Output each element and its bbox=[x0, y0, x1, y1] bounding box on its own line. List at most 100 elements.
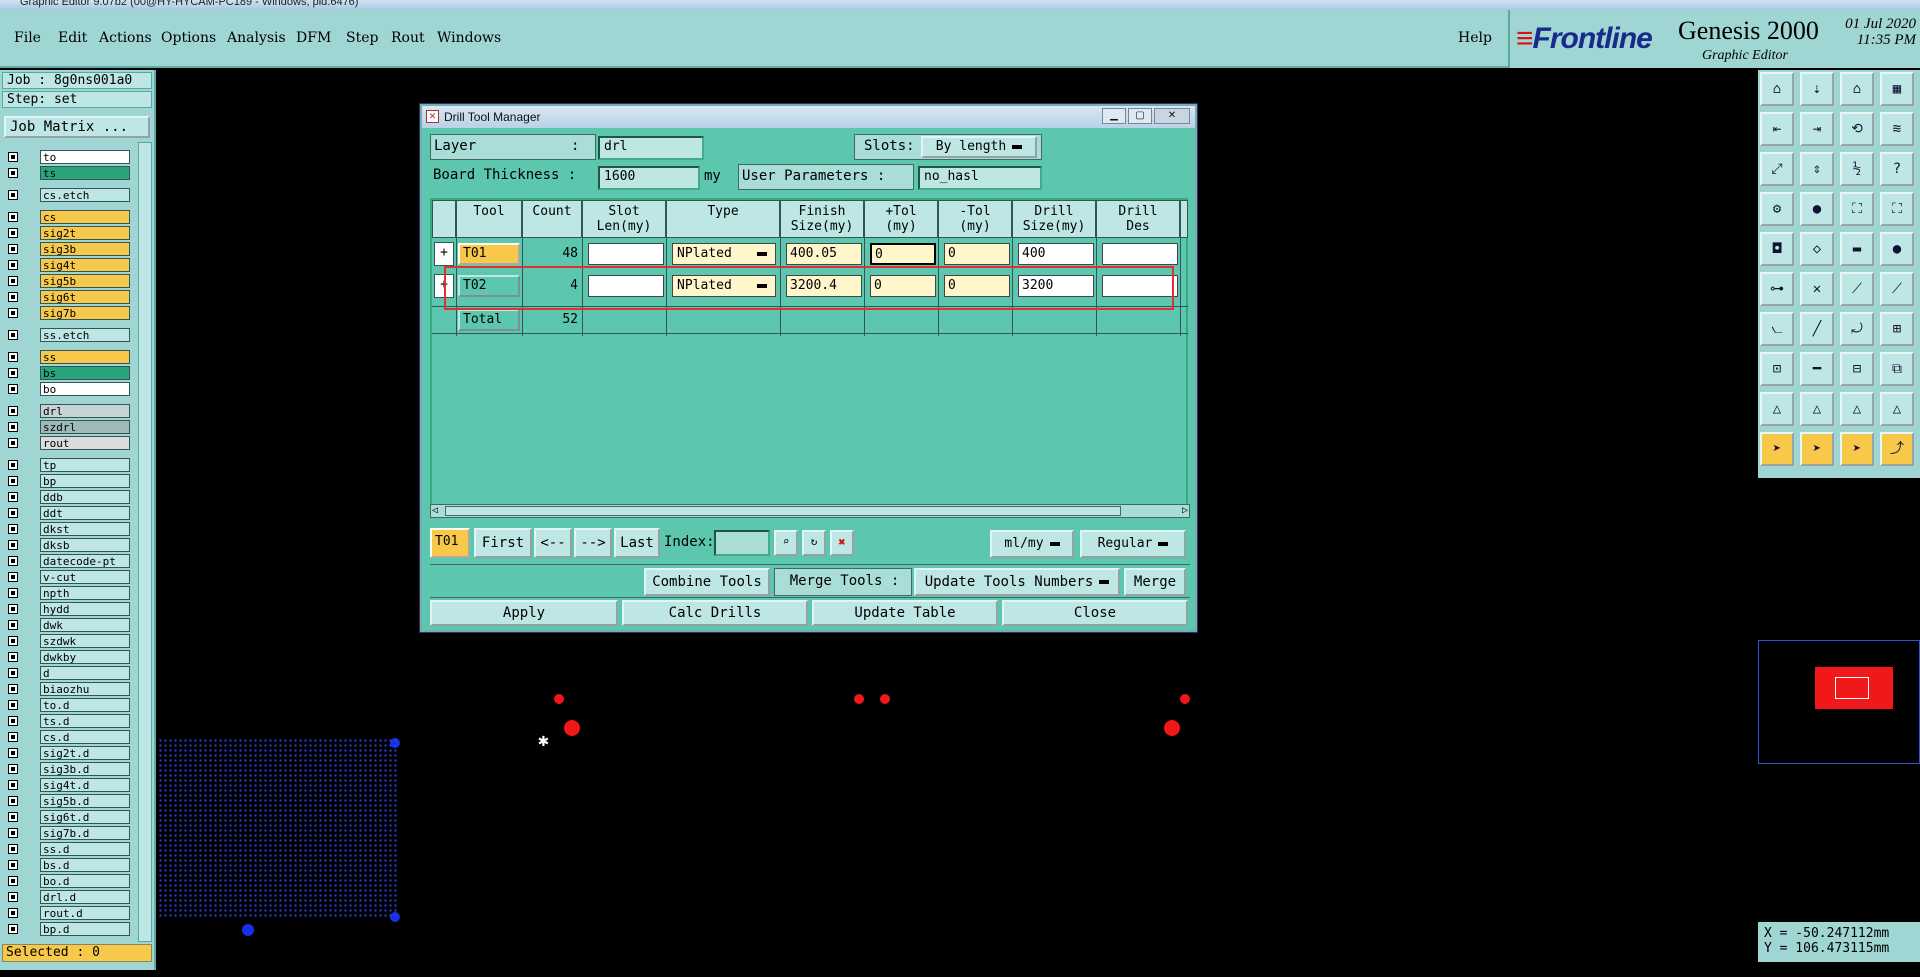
toolbar-tool-icon[interactable]: ⤴ bbox=[1880, 432, 1914, 466]
merge-tools-select[interactable]: Update Tools Numbers bbox=[914, 568, 1120, 596]
menu-actions[interactable]: Actions bbox=[99, 30, 152, 46]
toolbar-tool-icon[interactable]: ➤ bbox=[1800, 432, 1834, 466]
layer-checkbox[interactable] bbox=[8, 368, 18, 378]
minimize-button[interactable]: ▁ bbox=[1102, 108, 1126, 124]
layer-checkbox[interactable] bbox=[8, 620, 18, 630]
toolbar-tool-icon[interactable]: ▦ bbox=[1880, 72, 1914, 106]
layer-item[interactable]: hydd bbox=[8, 602, 130, 616]
toolbar-tool-icon[interactable]: ⤾ bbox=[1840, 312, 1874, 346]
toolbar-tool-icon[interactable]: ⇕ bbox=[1800, 152, 1834, 186]
update-table-button[interactable]: Update Table bbox=[812, 600, 998, 626]
layer-item[interactable]: sig2t.d bbox=[8, 746, 130, 760]
first-button[interactable]: First bbox=[474, 528, 532, 558]
toolbar-tool-icon[interactable]: ⊶ bbox=[1760, 272, 1794, 306]
layer-checkbox[interactable] bbox=[8, 168, 18, 178]
layer-item[interactable]: rout bbox=[8, 436, 130, 450]
calc-drills-button[interactable]: Calc Drills bbox=[622, 600, 808, 626]
type-select[interactable]: NPlated bbox=[672, 243, 776, 265]
layer-checkbox[interactable] bbox=[8, 892, 18, 902]
layer-item[interactable]: dksb bbox=[8, 538, 130, 552]
layer-item[interactable]: sig3b bbox=[8, 242, 130, 256]
menu-file[interactable]: File bbox=[14, 30, 41, 46]
search-tool-button[interactable]: ⌕ bbox=[774, 530, 798, 556]
toolbar-tool-icon[interactable]: ◇ bbox=[1800, 232, 1834, 266]
drill-des-input[interactable] bbox=[1102, 243, 1178, 265]
layer-checkbox[interactable] bbox=[8, 668, 18, 678]
toolbar-tool-icon[interactable]: ⛶ bbox=[1840, 192, 1874, 226]
layer-item[interactable]: ddb bbox=[8, 490, 130, 504]
next-button[interactable]: --> bbox=[574, 528, 612, 558]
layer-checkbox[interactable] bbox=[8, 764, 18, 774]
layer-item[interactable]: datecode-pt bbox=[8, 554, 130, 568]
close-window-button[interactable]: ✕ bbox=[1154, 108, 1190, 124]
layer-checkbox[interactable] bbox=[8, 828, 18, 838]
layer-checkbox[interactable] bbox=[8, 260, 18, 270]
layer-checkbox[interactable] bbox=[8, 796, 18, 806]
toolbar-tool-icon[interactable]: ⇣ bbox=[1800, 72, 1834, 106]
toolbar-tool-icon[interactable]: ● bbox=[1800, 192, 1834, 226]
toolbar-tool-icon[interactable]: ● bbox=[1880, 232, 1914, 266]
mode-select[interactable]: Regular bbox=[1080, 530, 1186, 558]
layer-item[interactable]: tp bbox=[8, 458, 130, 472]
toolbar-tool-icon[interactable]: ◘ bbox=[1760, 232, 1794, 266]
toolbar-tool-icon[interactable]: ⧉ bbox=[1880, 352, 1914, 386]
expand-row-button[interactable]: + bbox=[434, 242, 454, 266]
layer-item[interactable]: dwk bbox=[8, 618, 130, 632]
menu-windows[interactable]: Windows bbox=[437, 30, 501, 46]
toolbar-tool-icon[interactable]: △ bbox=[1880, 392, 1914, 426]
layer-item[interactable]: to.d bbox=[8, 698, 130, 712]
close-button[interactable]: Close bbox=[1002, 600, 1188, 626]
layer-item[interactable]: bp.d bbox=[8, 922, 130, 936]
layer-checkbox[interactable] bbox=[8, 716, 18, 726]
layer-item[interactable]: sig3b.d bbox=[8, 762, 130, 776]
toolbar-tool-icon[interactable]: ⌂ bbox=[1760, 72, 1794, 106]
layer-checkbox[interactable] bbox=[8, 700, 18, 710]
layer-item[interactable]: bs.d bbox=[8, 858, 130, 872]
layer-checkbox[interactable] bbox=[8, 508, 18, 518]
layer-field[interactable]: drl bbox=[598, 136, 704, 160]
apply-button[interactable]: Apply bbox=[430, 600, 618, 626]
layer-item[interactable]: ss.d bbox=[8, 842, 130, 856]
finish-size-input[interactable]: 400.05 bbox=[786, 243, 862, 265]
layer-item[interactable]: sig5b.d bbox=[8, 794, 130, 808]
plus-tol-input[interactable]: 0 bbox=[870, 243, 936, 265]
toolbar-tool-icon[interactable]: ⟋ bbox=[1840, 272, 1874, 306]
layer-checkbox[interactable] bbox=[8, 924, 18, 934]
scroll-right-icon[interactable]: ▷ bbox=[1182, 505, 1188, 517]
toolbar-tool-icon[interactable]: ⦦ bbox=[1760, 312, 1794, 346]
layer-checkbox[interactable] bbox=[8, 844, 18, 854]
toolbar-tool-icon[interactable]: △ bbox=[1840, 392, 1874, 426]
units-select[interactable]: ml/my bbox=[990, 530, 1074, 558]
toolbar-tool-icon[interactable]: ⤢ bbox=[1760, 152, 1794, 186]
layer-item[interactable]: sig7b bbox=[8, 306, 130, 320]
layer-item[interactable]: ts.d bbox=[8, 714, 130, 728]
tool-cell[interactable]: T01 bbox=[458, 243, 520, 265]
layer-checkbox[interactable] bbox=[8, 244, 18, 254]
combine-tools-button[interactable]: Combine Tools bbox=[644, 568, 770, 596]
user-params-field[interactable]: no_hasl bbox=[918, 166, 1042, 190]
table-horizontal-scrollbar[interactable]: ◁ ▷ bbox=[430, 504, 1190, 518]
layer-checkbox[interactable] bbox=[8, 292, 18, 302]
layer-list-scrollbar[interactable] bbox=[138, 142, 152, 942]
toolbar-tool-icon[interactable]: ➤ bbox=[1760, 432, 1794, 466]
slots-select[interactable]: By length bbox=[921, 136, 1037, 158]
layer-item[interactable]: drl bbox=[8, 404, 130, 418]
toolbar-tool-icon[interactable]: △ bbox=[1800, 392, 1834, 426]
job-matrix-button[interactable]: Job Matrix ... bbox=[4, 116, 150, 138]
minus-tol-input[interactable]: 0 bbox=[944, 243, 1010, 265]
layer-checkbox[interactable] bbox=[8, 460, 18, 470]
toolbar-tool-icon[interactable]: ⚙ bbox=[1760, 192, 1794, 226]
layer-checkbox[interactable] bbox=[8, 572, 18, 582]
scroll-thumb[interactable] bbox=[445, 506, 1121, 516]
layer-item[interactable]: dwkby bbox=[8, 650, 130, 664]
layer-item[interactable]: npth bbox=[8, 586, 130, 600]
layer-item[interactable]: cs.etch bbox=[8, 188, 130, 202]
layer-item[interactable]: bo.d bbox=[8, 874, 130, 888]
toolbar-tool-icon[interactable]: ⊞ bbox=[1880, 312, 1914, 346]
layer-item[interactable]: sig2t bbox=[8, 226, 130, 240]
layer-item[interactable]: dkst bbox=[8, 522, 130, 536]
layer-checkbox[interactable] bbox=[8, 406, 18, 416]
toolbar-tool-icon[interactable]: ⇤ bbox=[1760, 112, 1794, 146]
scroll-left-icon[interactable]: ◁ bbox=[432, 505, 438, 517]
menu-step[interactable]: Step bbox=[346, 30, 378, 46]
